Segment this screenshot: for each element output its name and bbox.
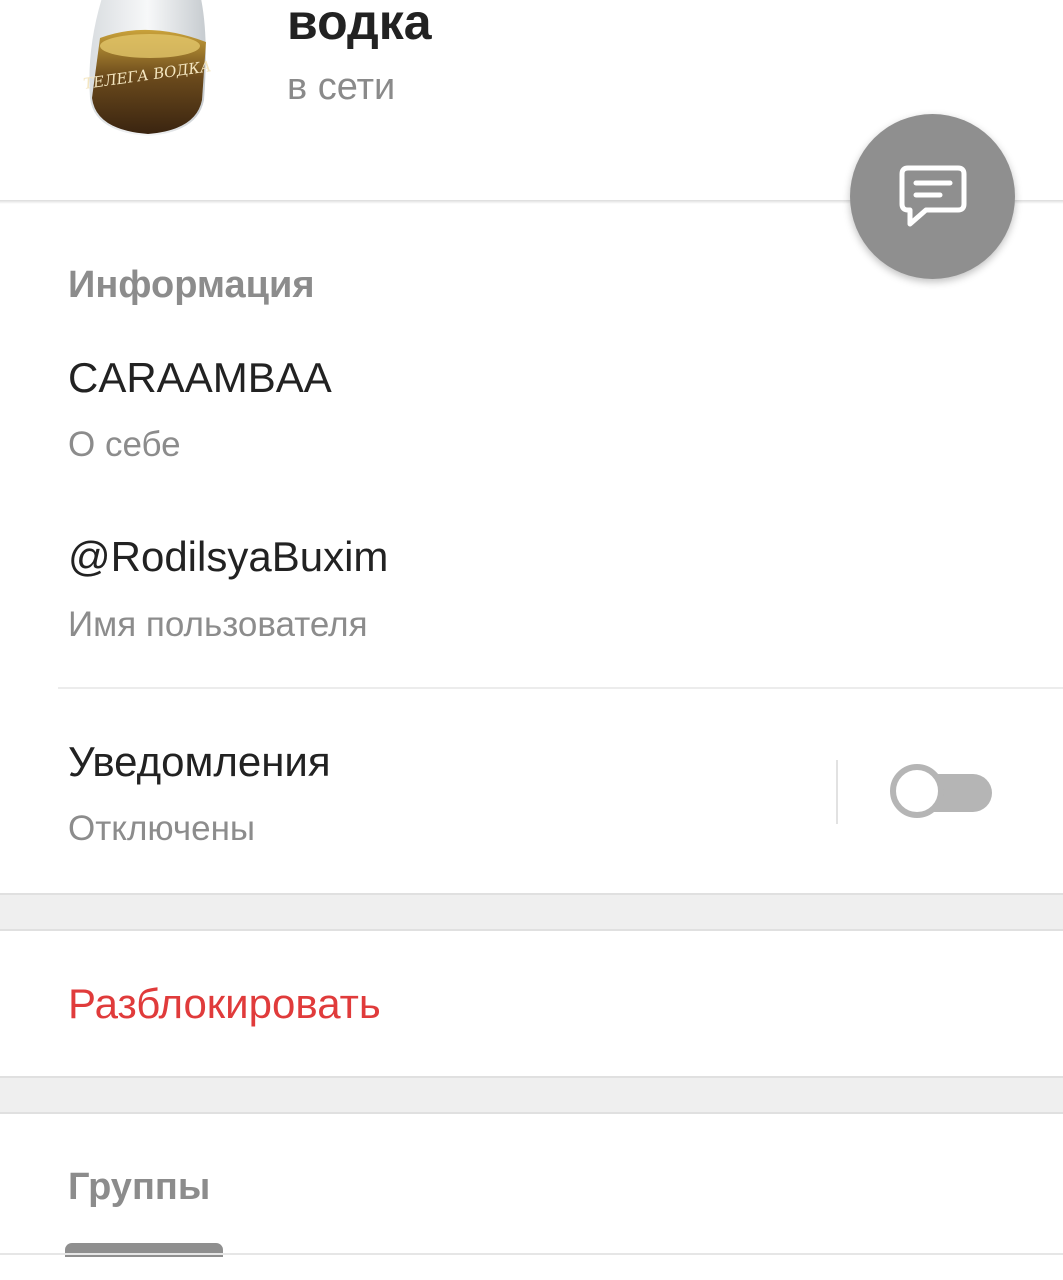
bio-label: О себе — [68, 425, 181, 464]
username-label: Имя пользователя — [68, 605, 368, 644]
info-section-title: Информация — [68, 264, 315, 306]
notifications-toggle[interactable] — [890, 764, 994, 822]
message-icon — [899, 165, 966, 226]
section-divider — [0, 929, 1063, 931]
unblock-button[interactable]: Разблокировать — [68, 978, 381, 1030]
section-gap — [0, 1078, 1063, 1112]
toggle-thumb — [890, 764, 944, 818]
avatar[interactable]: ТЕЛЕГА ВОДКА — [78, 0, 218, 140]
notifications-state: Отключены — [68, 809, 256, 848]
vertical-separator — [836, 760, 838, 824]
bio-value[interactable]: CARAAMBAA — [68, 353, 332, 403]
send-message-button[interactable] — [850, 114, 1015, 279]
groups-section-title: Группы — [68, 1166, 211, 1208]
section-divider — [0, 1112, 1063, 1114]
divider — [58, 687, 1063, 689]
profile-screen: ТЕЛЕГА ВОДКА водка в сети Информация CAR… — [0, 0, 1063, 1280]
bottom-divider — [0, 1253, 1063, 1255]
section-gap — [0, 895, 1063, 929]
contact-name: водка — [287, 0, 432, 50]
notifications-title[interactable]: Уведомления — [68, 737, 331, 787]
username-value[interactable]: @RodilsyaBuxim — [68, 532, 388, 582]
online-status: в сети — [287, 66, 396, 108]
